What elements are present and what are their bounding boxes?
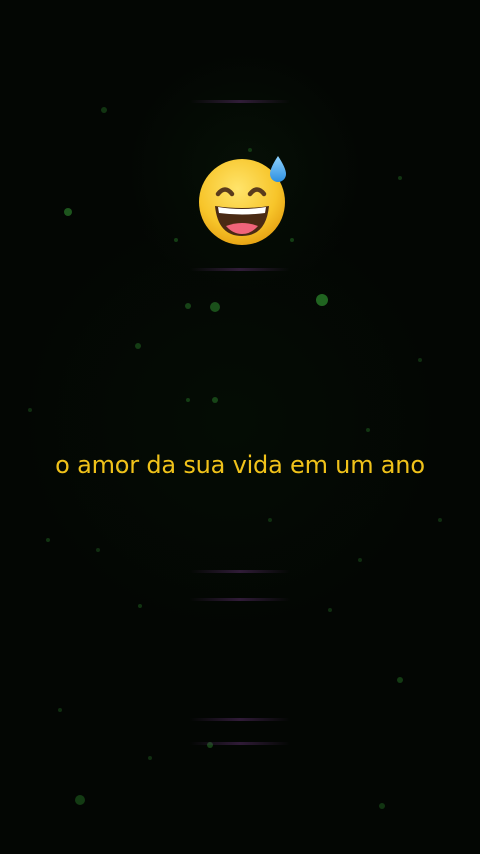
video-caption: o amor da sua vida em um ano (55, 451, 425, 479)
glitch-line (190, 742, 290, 745)
glitch-line (190, 100, 290, 103)
glitch-line (190, 598, 290, 601)
glitch-line (190, 718, 290, 721)
video-frame[interactable]: o amor da sua vida em um ano (0, 0, 480, 854)
green-particles-background (28, 107, 442, 809)
grinning-face-with-sweat-icon (199, 156, 286, 245)
glitch-line (190, 268, 290, 271)
glitch-line (190, 570, 290, 573)
